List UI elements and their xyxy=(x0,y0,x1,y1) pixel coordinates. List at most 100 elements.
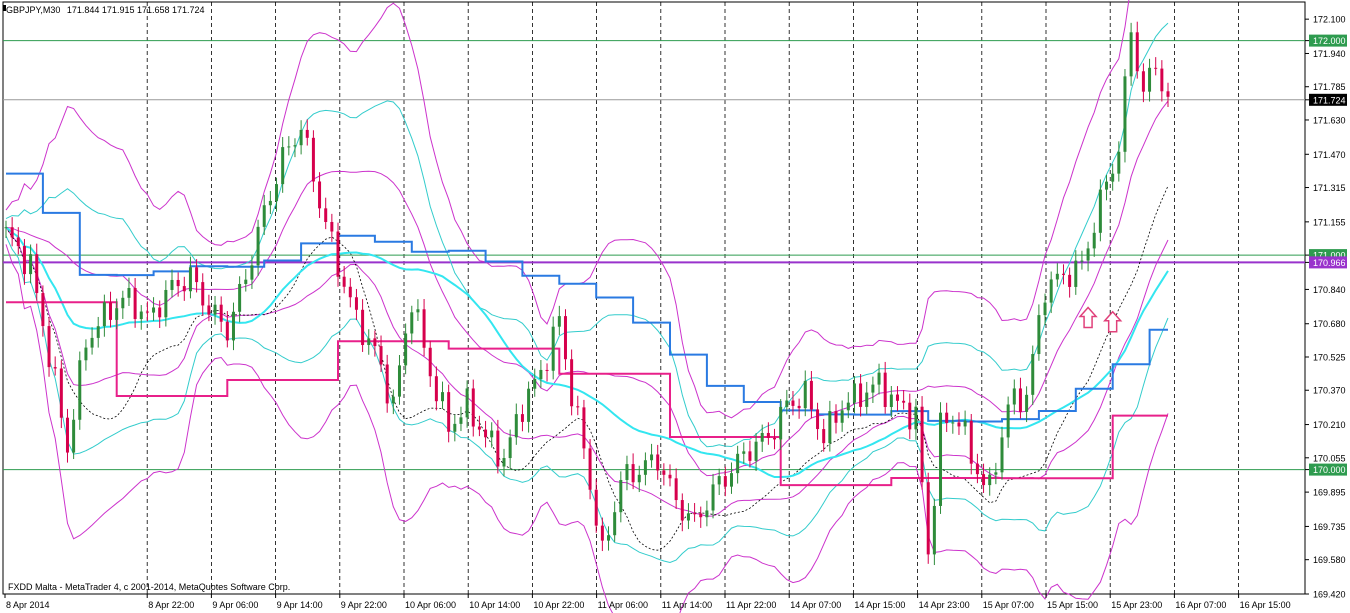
candle-body xyxy=(557,316,561,327)
x-tick-label: 9 Apr 22:00 xyxy=(341,600,387,610)
x-tick-label: 11 Apr 14:00 xyxy=(662,600,712,610)
candle-body xyxy=(35,254,39,294)
candle-body xyxy=(736,453,740,474)
y-tick-label: 170.525 xyxy=(1313,352,1346,362)
candle-body xyxy=(459,417,463,424)
candle-body xyxy=(465,388,469,418)
candle-body xyxy=(939,412,943,506)
candle-body xyxy=(871,384,875,393)
candle-body xyxy=(299,129,303,146)
candle-body xyxy=(225,321,229,341)
candle-body xyxy=(969,420,973,464)
candle-body xyxy=(404,333,408,366)
candle-body xyxy=(1141,71,1145,92)
level-label: 171.724 xyxy=(1313,95,1346,105)
candle-body xyxy=(311,137,315,182)
candle-body xyxy=(502,458,506,467)
candle-body xyxy=(840,410,844,423)
candle-body xyxy=(348,286,352,298)
candle-body xyxy=(785,400,789,407)
chart-header: GBPJPY,M30 171.844 171.915 171.658 171.7… xyxy=(6,5,205,15)
x-tick-label: 10 Apr 14:00 xyxy=(469,600,520,610)
candle-body xyxy=(742,451,746,454)
candle-body xyxy=(1129,32,1133,77)
candle-body xyxy=(397,365,401,397)
candle-body xyxy=(127,287,131,298)
y-tick-label: 171.785 xyxy=(1313,82,1346,92)
header-marker xyxy=(3,5,6,11)
candle-body xyxy=(275,184,279,201)
candle-body xyxy=(373,338,377,347)
y-tick-label: 171.470 xyxy=(1313,150,1346,160)
candle-body xyxy=(1055,273,1059,280)
y-tick-label: 169.420 xyxy=(1313,590,1346,600)
candle-body xyxy=(182,286,186,292)
candle-body xyxy=(422,309,426,348)
candle-body xyxy=(945,412,949,424)
candle-body xyxy=(982,474,986,486)
candle-body xyxy=(852,383,856,403)
candle-body xyxy=(717,476,721,485)
candle-body xyxy=(908,402,912,430)
candle-body xyxy=(1043,302,1047,316)
y-tick-label: 170.055 xyxy=(1313,453,1346,463)
candle-body xyxy=(582,407,586,449)
x-tick-label: 15 Apr 07:00 xyxy=(983,600,1034,610)
y-tick-label: 171.315 xyxy=(1313,183,1346,193)
candle-body xyxy=(256,226,260,266)
candle-body xyxy=(570,359,574,407)
candle-body xyxy=(139,311,143,320)
candle-body xyxy=(932,505,936,555)
candle-body xyxy=(834,411,838,423)
candle-body xyxy=(828,411,832,444)
candle-body xyxy=(637,474,641,483)
candle-body xyxy=(41,293,45,327)
candle-body xyxy=(975,463,979,475)
candle-body xyxy=(441,392,445,402)
candle-body xyxy=(78,360,82,420)
candle-body xyxy=(766,432,770,438)
candle-body xyxy=(545,369,549,371)
candle-body xyxy=(809,380,813,410)
candle-body xyxy=(656,454,660,471)
candle-body xyxy=(1092,232,1096,249)
candle-body xyxy=(729,473,733,487)
candle-body xyxy=(65,417,69,453)
candle-body xyxy=(754,441,758,461)
x-tick-label: 14 Apr 23:00 xyxy=(919,600,970,610)
candle-body xyxy=(158,307,162,318)
price-axis: 172.100 172.000 171.940 171.785 171.724 171.6… xyxy=(1305,15,1347,600)
candle-body xyxy=(576,406,580,408)
candle-body xyxy=(613,512,617,536)
level-label: 170.000 xyxy=(1313,465,1346,475)
candle-body xyxy=(416,309,420,313)
candle-body xyxy=(367,338,371,346)
x-tick-label: 11 Apr 06:00 xyxy=(598,600,648,610)
time-axis: 8 Apr 2014 8 Apr 22:00 9 Apr 06:00 9 Apr 14… xyxy=(4,594,1291,610)
y-tick-label: 170.210 xyxy=(1313,420,1346,430)
candle-body xyxy=(748,451,752,461)
candle-body xyxy=(496,430,500,467)
candle-body xyxy=(195,267,199,283)
candle-body xyxy=(152,307,156,313)
candle-body xyxy=(1031,354,1035,395)
candle-body xyxy=(16,237,20,247)
price-chart[interactable]: 172.100 172.000 171.940 171.785 171.724 171.6… xyxy=(0,0,1350,613)
candle-body xyxy=(213,304,217,315)
candle-body xyxy=(1105,181,1109,190)
candle-body xyxy=(1061,273,1065,275)
candle-body xyxy=(1086,248,1090,261)
candle-body xyxy=(631,464,635,483)
candle-body xyxy=(188,267,192,292)
candle-body xyxy=(201,282,205,306)
candle-body xyxy=(324,208,328,222)
candle-body xyxy=(668,474,672,479)
y-tick-label: 171.630 xyxy=(1313,115,1346,125)
candle-body xyxy=(607,535,611,541)
y-tick-label: 169.895 xyxy=(1313,488,1346,498)
candle-body xyxy=(287,146,291,148)
candle-body xyxy=(797,405,801,409)
candle-body xyxy=(1160,68,1164,92)
candle-body xyxy=(914,406,918,430)
candle-body xyxy=(674,478,678,501)
